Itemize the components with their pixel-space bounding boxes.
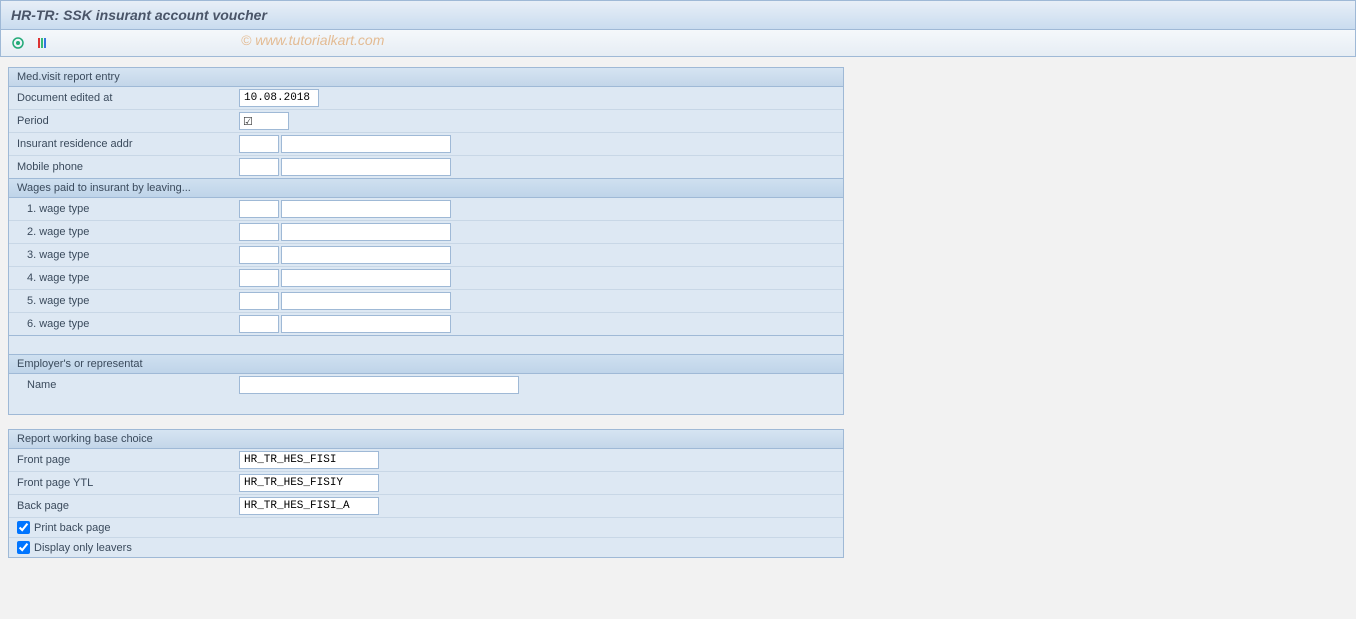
input-wage-5-code[interactable]	[239, 292, 279, 310]
checkbox-print-back-label[interactable]: Print back page	[17, 521, 110, 534]
input-wage-3-desc[interactable]	[281, 246, 451, 264]
content-area: Med.visit report entry Document edited a…	[0, 57, 1356, 568]
row-wage-6: 6. wage type	[9, 312, 843, 335]
label-front-page-ytl: Front page YTL	[9, 474, 239, 492]
label-display-leavers: Display only leavers	[34, 542, 132, 554]
row-wage-5: 5. wage type	[9, 289, 843, 312]
spacer	[9, 336, 843, 354]
label-doc-edited: Document edited at	[9, 89, 239, 107]
input-wage-4-desc[interactable]	[281, 269, 451, 287]
toolbar: © www.tutorialkart.com	[0, 30, 1356, 57]
input-residence-code[interactable]	[239, 135, 279, 153]
row-residence: Insurant residence addr	[9, 132, 843, 155]
input-wage-5-desc[interactable]	[281, 292, 451, 310]
label-back-page: Back page	[9, 497, 239, 515]
panel-med-visit: Med.visit report entry Document edited a…	[8, 67, 844, 415]
input-wage-6-desc[interactable]	[281, 315, 451, 333]
label-mobile: Mobile phone	[9, 158, 239, 176]
label-wage-4: 4. wage type	[19, 269, 239, 287]
checkbox-period[interactable]: ☑	[239, 112, 289, 130]
input-front-page-ytl[interactable]	[239, 474, 379, 492]
checkbox-print-back[interactable]	[17, 521, 30, 534]
input-mobile-desc[interactable]	[281, 158, 451, 176]
title-bar: HR-TR: SSK insurant account voucher	[0, 0, 1356, 30]
row-print-back: Print back page	[9, 517, 843, 537]
label-wage-3: 3. wage type	[19, 246, 239, 264]
label-residence: Insurant residence addr	[9, 135, 239, 153]
sub-panel-header-wages: Wages paid to insurant by leaving...	[9, 179, 843, 198]
check-icon: ☑	[243, 115, 253, 128]
label-print-back: Print back page	[34, 522, 110, 534]
input-residence-desc[interactable]	[281, 135, 451, 153]
input-wage-6-code[interactable]	[239, 315, 279, 333]
watermark: © www.tutorialkart.com	[241, 32, 384, 48]
input-wage-1-code[interactable]	[239, 200, 279, 218]
checkbox-display-leavers[interactable]	[17, 541, 30, 554]
sub-panel-header-employer: Employer's or representat	[9, 355, 843, 374]
label-wage-5: 5. wage type	[19, 292, 239, 310]
label-employer-name: Name	[19, 376, 239, 394]
panel-header-med-visit: Med.visit report entry	[9, 68, 843, 87]
label-period: Period	[9, 112, 239, 130]
variant-icon[interactable]	[33, 34, 51, 52]
input-wage-2-desc[interactable]	[281, 223, 451, 241]
label-wage-6: 6. wage type	[19, 315, 239, 333]
row-wage-4: 4. wage type	[9, 266, 843, 289]
row-mobile: Mobile phone	[9, 155, 843, 178]
label-wage-2: 2. wage type	[19, 223, 239, 241]
row-wage-1: 1. wage type	[9, 198, 843, 220]
input-wage-1-desc[interactable]	[281, 200, 451, 218]
input-back-page[interactable]	[239, 497, 379, 515]
row-wage-3: 3. wage type	[9, 243, 843, 266]
input-wage-2-code[interactable]	[239, 223, 279, 241]
sub-panel-employer: Employer's or representat Name	[9, 354, 843, 396]
label-wage-1: 1. wage type	[19, 200, 239, 218]
row-period: Period ☑	[9, 109, 843, 132]
input-mobile-code[interactable]	[239, 158, 279, 176]
checkbox-display-leavers-label[interactable]: Display only leavers	[17, 541, 132, 554]
row-wage-2: 2. wage type	[9, 220, 843, 243]
input-front-page[interactable]	[239, 451, 379, 469]
panel-body-report-base: Front page Front page YTL Back page	[9, 449, 843, 557]
row-front-page: Front page	[9, 449, 843, 471]
spacer	[9, 396, 843, 414]
sub-panel-wages: Wages paid to insurant by leaving... 1. …	[9, 178, 843, 336]
input-employer-name[interactable]	[239, 376, 519, 394]
sub-body-employer: Name	[9, 374, 843, 396]
page-title: HR-TR: SSK insurant account voucher	[11, 7, 267, 23]
row-employer-name: Name	[9, 374, 843, 396]
input-wage-4-code[interactable]	[239, 269, 279, 287]
sub-body-wages: 1. wage type 2. wage type	[9, 198, 843, 335]
panel-report-base: Report working base choice Front page Fr…	[8, 429, 844, 558]
execute-icon[interactable]	[9, 34, 27, 52]
panel-header-report-base: Report working base choice	[9, 430, 843, 449]
row-back-page: Back page	[9, 494, 843, 517]
row-doc-edited: Document edited at	[9, 87, 843, 109]
label-front-page: Front page	[9, 451, 239, 469]
panel-body-med-visit: Document edited at Period ☑ Insurant res…	[9, 87, 843, 414]
row-display-leavers: Display only leavers	[9, 537, 843, 557]
row-front-page-ytl: Front page YTL	[9, 471, 843, 494]
input-doc-edited[interactable]	[239, 89, 319, 107]
input-wage-3-code[interactable]	[239, 246, 279, 264]
